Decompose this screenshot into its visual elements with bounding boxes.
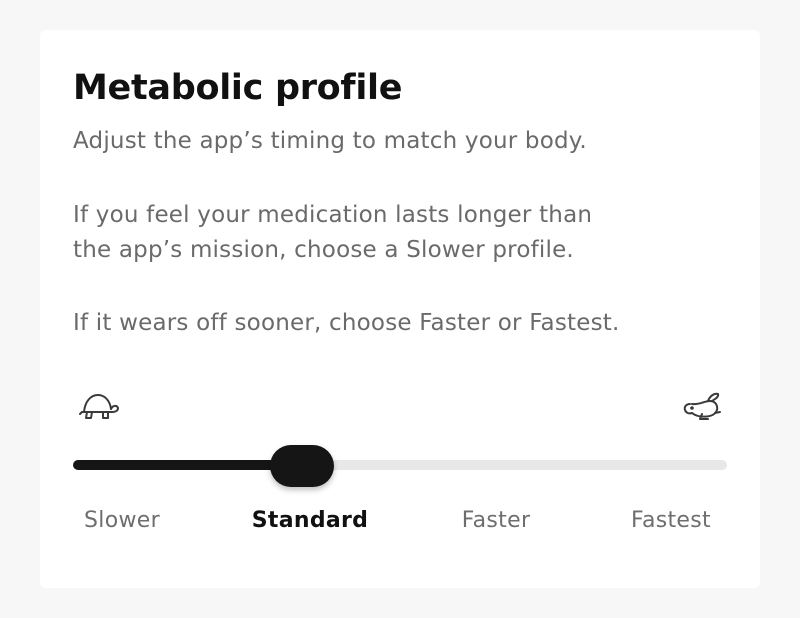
slower-hint-line-1: If you feel your medication lasts longer…	[73, 202, 593, 228]
slider-thumb[interactable]	[270, 445, 334, 487]
slower-hint-text: If you feel your medication lasts longer…	[73, 198, 592, 268]
intro-text: Adjust the app’s timing to match your bo…	[73, 128, 587, 154]
page-title: Metabolic profile	[73, 68, 403, 108]
stop-label-slower[interactable]: Slower	[84, 508, 160, 533]
slider-stop-labels: Slower Standard Faster Fastest	[40, 508, 760, 544]
turtle-icon	[78, 390, 120, 422]
slider-fill	[73, 460, 302, 470]
rabbit-icon	[680, 390, 724, 422]
slower-hint-line-2: the app’s mission, choose a Slower profi…	[73, 237, 574, 263]
stop-label-fastest[interactable]: Fastest	[631, 508, 711, 533]
metabolic-speed-slider[interactable]	[73, 445, 727, 487]
stop-label-standard[interactable]: Standard	[252, 508, 368, 533]
faster-hint-text: If it wears off sooner, choose Faster or…	[73, 310, 620, 336]
stop-label-faster[interactable]: Faster	[462, 508, 531, 533]
